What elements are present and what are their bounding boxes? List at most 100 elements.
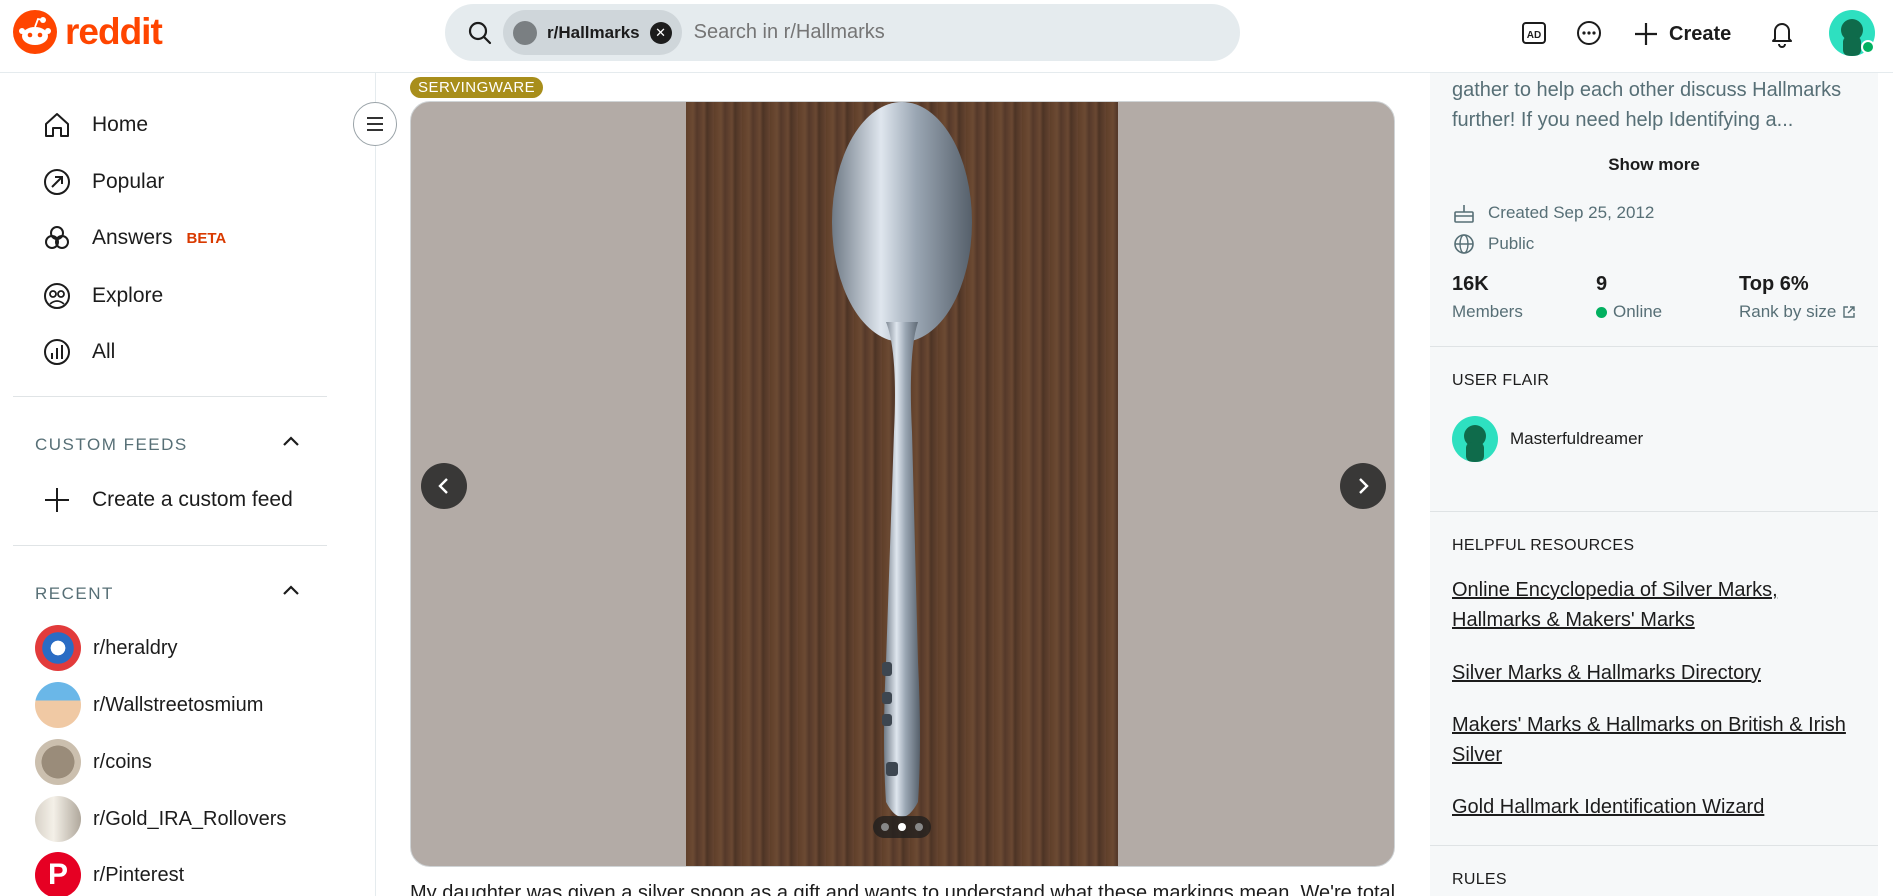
- custom-feeds-title: CUSTOM FEEDS: [35, 435, 188, 454]
- resource-link[interactable]: Gold Hallmark Identification Wizard: [1452, 792, 1862, 822]
- recent-item-pinterest[interactable]: P r/Pinterest: [35, 852, 184, 896]
- flair-username: Masterfuldreamer: [1510, 429, 1644, 448]
- recent-item-label: r/coins: [93, 750, 152, 773]
- previous-image-button[interactable]: [421, 463, 467, 509]
- stat-members: 16K Members: [1452, 273, 1523, 322]
- sidebar-divider: [1430, 511, 1878, 512]
- logo-wordmark: reddit: [65, 11, 163, 52]
- nav-home[interactable]: Home: [42, 110, 148, 140]
- silver-spoon-image: [832, 102, 972, 817]
- bell-icon[interactable]: [1767, 18, 1797, 48]
- stat-value: 16K: [1452, 273, 1489, 295]
- recent-item-wallstreetosmium[interactable]: r/Wallstreetosmium: [35, 682, 263, 728]
- heraldry-avatar: [35, 625, 81, 671]
- search-bar[interactable]: r/Hallmarks ✕: [445, 4, 1240, 61]
- create-custom-feed-label: Create a custom feed: [92, 488, 293, 511]
- sidebar-divider: [1430, 346, 1878, 347]
- all-icon: [44, 339, 70, 365]
- hamburger-icon: [367, 117, 383, 131]
- sidebar-divider: [13, 545, 327, 546]
- explore-icon: [44, 283, 70, 309]
- hallmarks-avatar: [513, 20, 537, 45]
- nav-popular-label: Popular: [92, 170, 165, 193]
- helpful-resources-title: HELPFUL RESOURCES: [1452, 537, 1635, 554]
- chevron-up-icon[interactable]: [280, 431, 302, 453]
- visibility: Public: [1452, 232, 1534, 256]
- search-icon: [468, 21, 492, 44]
- left-sidebar: Home Popular Answers BETA Explore All CU…: [0, 73, 376, 896]
- nav-all[interactable]: All: [42, 337, 115, 367]
- next-image-button[interactable]: [1340, 463, 1386, 509]
- stat-value: Top 6%: [1739, 273, 1809, 295]
- chevron-right-icon: [1359, 478, 1369, 494]
- gallery-dot[interactable]: [915, 823, 923, 831]
- top-header: reddit r/Hallmarks ✕ AD: [0, 0, 1893, 73]
- stat-label: Online: [1613, 302, 1663, 321]
- stat-rank[interactable]: Top 6% Rank by size: [1739, 273, 1856, 322]
- post-body-text: My daughter was given a silver spoon as …: [410, 882, 1395, 896]
- advertise-icon[interactable]: AD: [1519, 18, 1549, 48]
- create-button[interactable]: Create: [1633, 16, 1731, 52]
- create-custom-feed[interactable]: Create a custom feed: [42, 485, 293, 515]
- community-description: gather to help each other discuss Hallma…: [1452, 79, 1842, 131]
- show-more-button[interactable]: Show more: [1430, 155, 1878, 175]
- created-date: Created Sep 25, 2012: [1452, 201, 1654, 225]
- stat-value: 9: [1596, 273, 1608, 295]
- stat-online: 9 Online: [1596, 273, 1662, 322]
- gallery-dot[interactable]: [881, 823, 889, 831]
- flair-avatar: [1452, 416, 1498, 462]
- resource-link[interactable]: Online Encyclopedia of Silver Marks, Hal…: [1452, 575, 1862, 635]
- user-flair-preview[interactable]: Masterfuldreamer: [1452, 416, 1643, 462]
- external-link-icon: [1843, 306, 1856, 318]
- reddit-snoo-icon: [13, 10, 57, 54]
- chat-icon[interactable]: [1574, 18, 1604, 48]
- community-sidebar: gather to help each other discuss Hallma…: [1430, 73, 1878, 896]
- recent-item-gold-ira[interactable]: r/Gold_IRA_Rollovers: [35, 796, 286, 842]
- nav-explore[interactable]: Explore: [42, 281, 163, 311]
- nav-answers-label: Answers: [92, 226, 173, 249]
- resource-link[interactable]: Makers' Marks & Hallmarks on British & I…: [1452, 710, 1862, 770]
- chevron-left-icon: [438, 478, 448, 494]
- nav-popular[interactable]: Popular: [42, 167, 164, 197]
- gallery-dot-active[interactable]: [898, 823, 906, 831]
- search-input[interactable]: [693, 21, 1194, 44]
- sidebar-divider: [1430, 845, 1878, 846]
- online-dot-icon: [1596, 306, 1607, 318]
- sidebar-toggle-button[interactable]: [353, 102, 397, 146]
- gallery-pagination: [873, 816, 931, 838]
- plus-icon: [1635, 23, 1657, 45]
- chip-label: r/Hallmarks: [547, 22, 640, 42]
- recent-item-label: r/Gold_IRA_Rollovers: [93, 807, 287, 830]
- recent-item-heraldry[interactable]: r/heraldry: [35, 625, 177, 671]
- visibility-label: Public: [1488, 234, 1535, 253]
- recent-title: RECENT: [35, 584, 114, 603]
- reddit-logo[interactable]: reddit: [13, 10, 163, 54]
- snoo-avatar-icon: [1464, 425, 1486, 462]
- resource-link[interactable]: Silver Marks & Hallmarks Directory: [1452, 658, 1862, 688]
- coins-avatar: [35, 739, 81, 785]
- clear-chip-button[interactable]: ✕: [649, 21, 672, 44]
- popular-icon: [44, 169, 70, 195]
- gold-ira-avatar: [35, 796, 81, 842]
- recent-item-label: r/heraldry: [93, 636, 178, 659]
- stat-label: Members: [1452, 302, 1523, 321]
- cake-icon: [1454, 205, 1474, 223]
- nav-all-label: All: [92, 340, 116, 363]
- plus-icon: [45, 488, 69, 512]
- subreddit-search-chip: r/Hallmarks ✕: [503, 10, 682, 55]
- post-image-gallery[interactable]: [410, 101, 1395, 867]
- stat-label: Rank by size: [1739, 302, 1837, 321]
- home-icon: [45, 113, 69, 137]
- nav-explore-label: Explore: [92, 284, 164, 307]
- beta-badge: BETA: [186, 229, 227, 247]
- nav-answers[interactable]: Answers BETA: [42, 223, 226, 253]
- svg-text:AD: AD: [1527, 30, 1541, 41]
- create-label: Create: [1669, 22, 1732, 45]
- pinterest-avatar: P: [35, 852, 81, 896]
- chevron-up-icon[interactable]: [280, 580, 302, 602]
- post-flair[interactable]: SERVINGWARE: [410, 77, 544, 98]
- user-flair-title: USER FLAIR: [1452, 372, 1550, 389]
- recent-item-coins[interactable]: r/coins: [35, 739, 152, 785]
- recent-item-label: r/Pinterest: [93, 863, 185, 886]
- created-label: Created Sep 25, 2012: [1488, 203, 1655, 222]
